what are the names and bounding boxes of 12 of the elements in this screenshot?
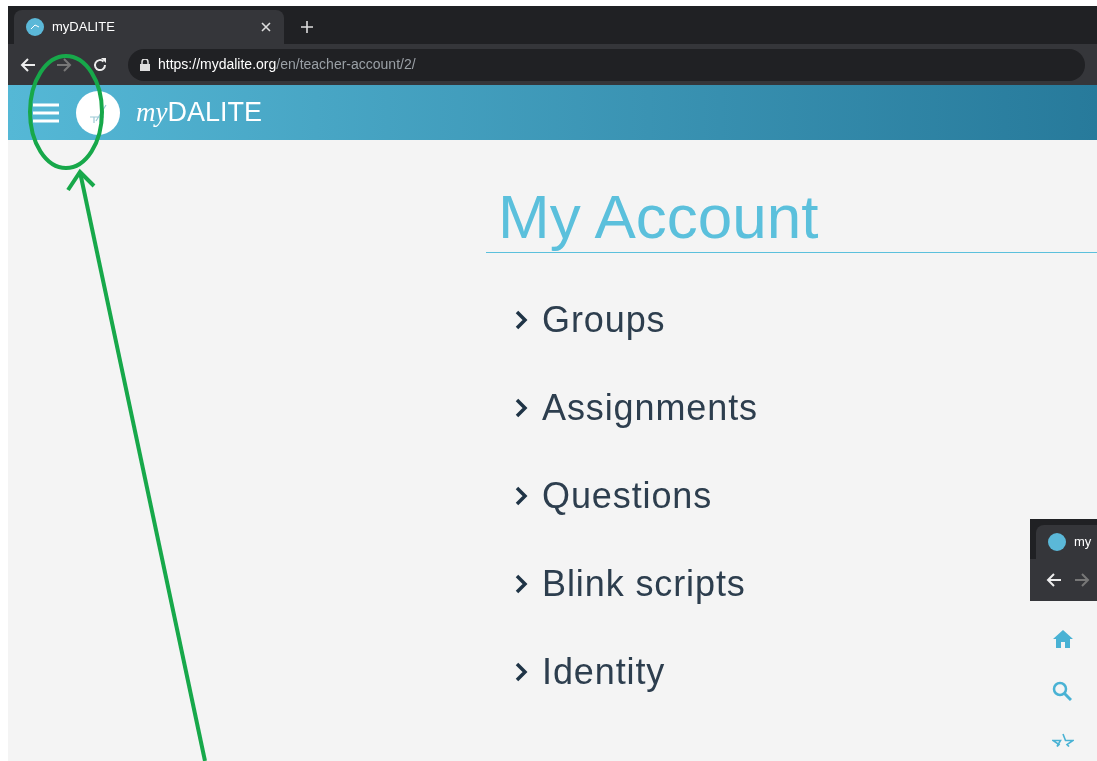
browser-tab[interactable]: myDALITE [14,10,284,44]
brand-name: myDALITE [136,96,262,130]
address-bar[interactable]: https://mydalite.org/en/teacher-account/2/ [128,48,1085,81]
account-menu-link[interactable]: Blink scripts [542,563,746,604]
account-menu-link[interactable]: Assignments [542,387,758,428]
account-menu-link[interactable]: Identity [542,651,666,692]
account-menu-link[interactable]: Groups [542,299,666,340]
browser-tab[interactable]: my [1036,525,1097,559]
tab-title: myDALITE [52,18,116,37]
url-text: https://mydalite.org/en/teacher-account/2/ [158,55,416,74]
tab-title: my [1074,533,1092,552]
account-menu-link[interactable]: Questions [542,475,713,516]
